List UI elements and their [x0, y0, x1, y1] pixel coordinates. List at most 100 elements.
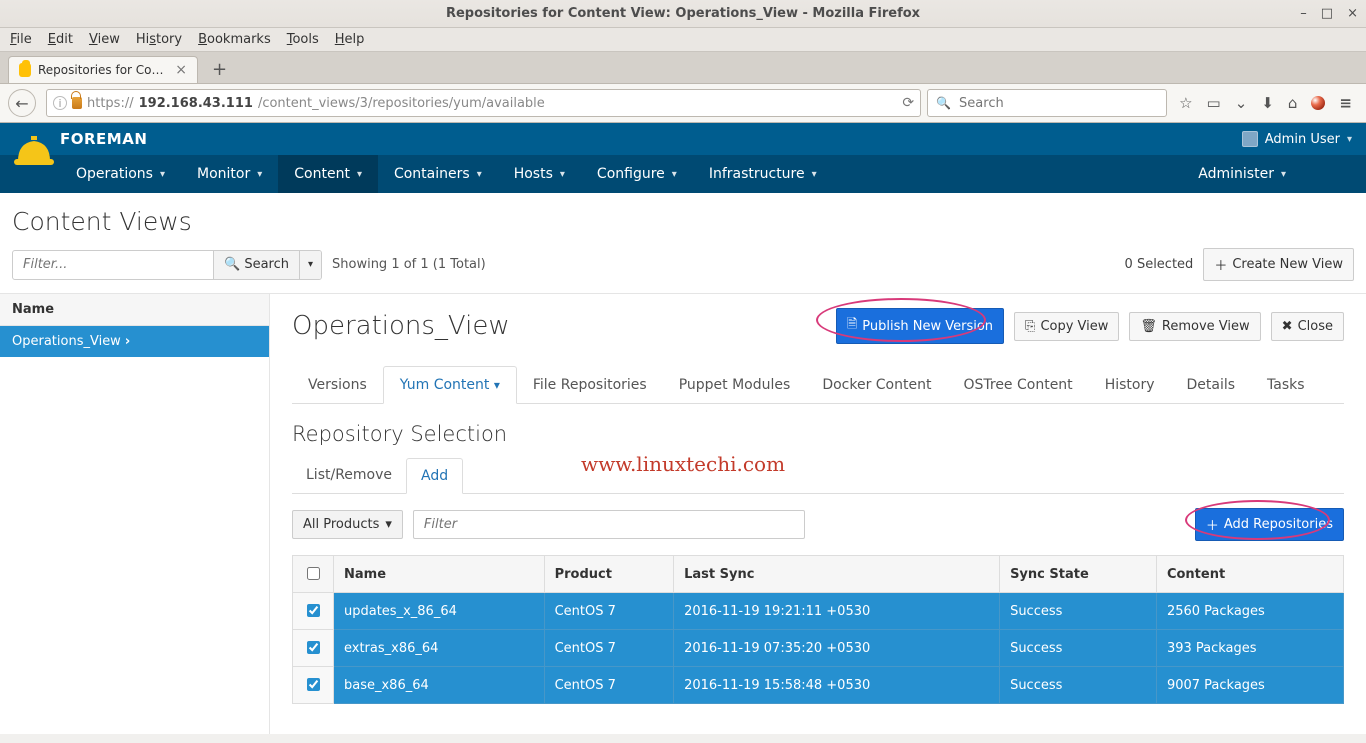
- url-path: /content_views/3/repositories/yum/availa…: [258, 96, 545, 111]
- browser-search-input[interactable]: [957, 95, 1158, 112]
- cell-product: CentOS 7: [544, 630, 674, 667]
- pocket-icon[interactable]: ⌄: [1235, 94, 1248, 112]
- nav-monitor[interactable]: Monitor▾: [181, 155, 278, 193]
- sidebar-item-operations-view[interactable]: Operations_View ›: [0, 326, 269, 357]
- subtab-list-remove[interactable]: List/Remove: [292, 458, 406, 493]
- row-checkbox[interactable]: [307, 604, 320, 617]
- col-content[interactable]: Content: [1156, 556, 1343, 593]
- col-sync-state[interactable]: Sync State: [1000, 556, 1157, 593]
- admin-user-label: Admin User: [1265, 132, 1340, 147]
- chevron-down-icon: ▾: [494, 378, 500, 392]
- tab-tasks[interactable]: Tasks: [1251, 367, 1321, 403]
- copy-icon: ⎘: [1025, 319, 1035, 334]
- cell-name: base_x86_64: [334, 667, 545, 704]
- new-tab-button[interactable]: +: [204, 59, 235, 80]
- search-dropdown-button[interactable]: ▾: [299, 251, 321, 279]
- col-product[interactable]: Product: [544, 556, 674, 593]
- view-title: Operations_View: [292, 311, 826, 341]
- browser-search[interactable]: 🔍: [927, 89, 1167, 117]
- cell-name: updates_x_86_64: [334, 593, 545, 630]
- all-products-dropdown[interactable]: All Products ▾: [292, 510, 403, 539]
- views-sidebar: Name Operations_View ›: [0, 294, 270, 734]
- menu-history[interactable]: History: [136, 32, 182, 47]
- nav-configure[interactable]: Configure▾: [581, 155, 693, 193]
- close-icon: ✖: [1282, 319, 1293, 334]
- create-new-view-button[interactable]: ＋ Create New View: [1203, 248, 1354, 281]
- publish-new-version-button[interactable]: 🗎 Publish New Version: [836, 308, 1004, 344]
- trash-icon: 🗑: [1140, 319, 1157, 334]
- url-bar[interactable]: i https://192.168.43.111/content_views/3…: [46, 89, 921, 117]
- downloads-icon[interactable]: ⬇: [1261, 94, 1274, 112]
- menu-tools[interactable]: Tools: [287, 32, 319, 47]
- cell-content: 2560 Packages: [1156, 593, 1343, 630]
- document-icon: 🗎: [847, 315, 857, 337]
- menu-bookmarks[interactable]: Bookmarks: [198, 32, 271, 47]
- menu-view[interactable]: View: [89, 32, 120, 47]
- table-row[interactable]: extras_x86_64 CentOS 7 2016-11-19 07:35:…: [293, 630, 1344, 667]
- views-search-button[interactable]: 🔍 Search: [213, 251, 299, 279]
- admin-user-menu[interactable]: Admin User ▾: [1242, 131, 1352, 147]
- row-checkbox[interactable]: [307, 641, 320, 654]
- url-scheme: https://: [87, 96, 134, 111]
- tab-yum-content[interactable]: Yum Content ▾: [383, 366, 517, 404]
- cell-last-sync: 2016-11-19 19:21:11 +0530: [674, 593, 1000, 630]
- repo-filter-input[interactable]: [413, 510, 805, 539]
- nav-content[interactable]: Content▾: [278, 155, 378, 193]
- row-checkbox[interactable]: [307, 678, 320, 691]
- window-maximize-icon[interactable]: □: [1321, 6, 1333, 21]
- search-icon: 🔍: [224, 257, 240, 272]
- cell-sync-state: Success: [1000, 593, 1157, 630]
- search-icon: 🔍: [936, 96, 951, 110]
- menu-file[interactable]: File: [10, 32, 32, 47]
- repositories-table: Name Product Last Sync Sync State Conten…: [292, 555, 1344, 704]
- close-button[interactable]: ✖ Close: [1271, 312, 1344, 341]
- hamburger-menu-icon[interactable]: ≡: [1339, 94, 1352, 112]
- foreman-nav: Operations▾ Monitor▾ Content▾ Containers…: [0, 155, 1366, 193]
- subtab-add[interactable]: Add: [406, 458, 463, 494]
- table-row[interactable]: updates_x_86_64 CentOS 7 2016-11-19 19:2…: [293, 593, 1344, 630]
- extension-icon[interactable]: [1311, 96, 1325, 110]
- col-name[interactable]: Name: [334, 556, 545, 593]
- window-titlebar: Repositories for Content View: Operation…: [0, 0, 1366, 28]
- tab-details[interactable]: Details: [1171, 367, 1252, 403]
- views-filter-input[interactable]: [13, 257, 213, 272]
- cell-last-sync: 2016-11-19 15:58:48 +0530: [674, 667, 1000, 704]
- tab-versions[interactable]: Versions: [292, 367, 383, 403]
- tab-ostree-content[interactable]: OSTree Content: [947, 367, 1088, 403]
- home-icon[interactable]: ⌂: [1288, 94, 1298, 112]
- remove-view-button[interactable]: 🗑 Remove View: [1129, 312, 1260, 341]
- nav-hosts[interactable]: Hosts▾: [498, 155, 581, 193]
- select-all-checkbox[interactable]: [307, 567, 320, 580]
- menu-edit[interactable]: Edit: [48, 32, 73, 47]
- sidebar-panel-icon[interactable]: ▭: [1207, 94, 1221, 112]
- cell-product: CentOS 7: [544, 593, 674, 630]
- tab-docker-content[interactable]: Docker Content: [806, 367, 947, 403]
- nav-operations[interactable]: Operations▾: [60, 155, 181, 193]
- tab-close-icon[interactable]: ×: [175, 62, 187, 78]
- tab-puppet-modules[interactable]: Puppet Modules: [663, 367, 807, 403]
- nav-administer[interactable]: Administer▾: [1178, 155, 1306, 193]
- info-icon[interactable]: i: [53, 96, 67, 110]
- firefox-menubar: File Edit View History Bookmarks Tools H…: [0, 28, 1366, 52]
- foreman-header: FOREMAN Admin User ▾: [0, 123, 1366, 155]
- tab-history[interactable]: History: [1089, 367, 1171, 403]
- cell-product: CentOS 7: [544, 667, 674, 704]
- browser-tab-label: Repositories for Conten...: [38, 63, 168, 77]
- col-last-sync[interactable]: Last Sync: [674, 556, 1000, 593]
- chevron-down-icon: ▾: [385, 517, 392, 532]
- browser-tab[interactable]: Repositories for Conten... ×: [8, 56, 198, 83]
- window-minimize-icon[interactable]: –: [1300, 6, 1307, 21]
- reload-icon[interactable]: ⟳: [902, 95, 914, 111]
- menu-help[interactable]: Help: [335, 32, 365, 47]
- showing-text: Showing 1 of 1 (1 Total): [332, 257, 486, 272]
- tab-file-repositories[interactable]: File Repositories: [517, 367, 663, 403]
- window-close-icon[interactable]: ×: [1347, 6, 1358, 21]
- nav-infrastructure[interactable]: Infrastructure▾: [693, 155, 833, 193]
- cell-content: 9007 Packages: [1156, 667, 1343, 704]
- nav-containers[interactable]: Containers▾: [378, 155, 498, 193]
- table-row[interactable]: base_x86_64 CentOS 7 2016-11-19 15:58:48…: [293, 667, 1344, 704]
- add-repositories-button[interactable]: ＋ Add Repositories: [1195, 508, 1344, 541]
- bookmark-star-icon[interactable]: ☆: [1179, 94, 1192, 112]
- copy-view-button[interactable]: ⎘ Copy View: [1014, 312, 1119, 341]
- back-button[interactable]: ←: [8, 89, 36, 117]
